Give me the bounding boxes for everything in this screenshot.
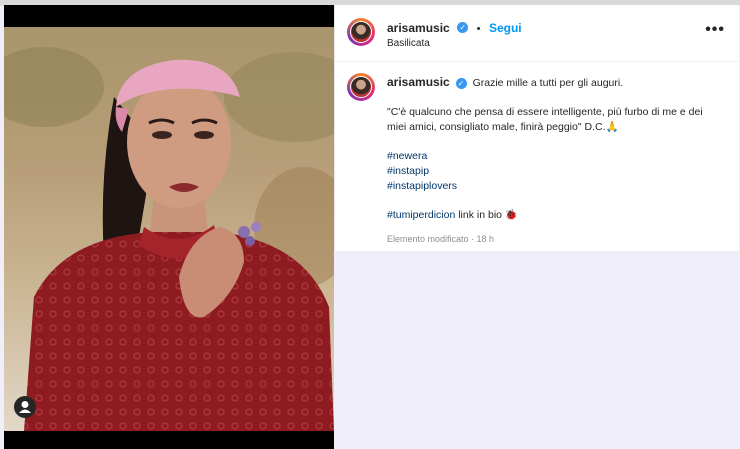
location-link[interactable]: Basilicata (387, 38, 430, 49)
more-options-icon[interactable]: ••• (705, 21, 725, 39)
post-image-panel (4, 5, 334, 449)
caption-username-link[interactable]: arisamusic (387, 75, 450, 89)
header-user-row: arisamusic ✓ • Segui (387, 19, 522, 37)
post-sidebar: arisamusic ✓ • Segui Basilicata ••• aris… (334, 5, 739, 251)
verified-badge-icon: ✓ (457, 22, 469, 34)
hashtag-link[interactable]: #newera (387, 149, 722, 164)
portrait-illustration (4, 47, 334, 431)
caption-quote: "C'è qualcuno che pensa di essere intell… (387, 106, 703, 133)
avatar[interactable] (347, 18, 375, 46)
hashtag-link[interactable]: #instapip (387, 164, 722, 179)
caption-link-text: link in bio 🐞 (455, 209, 518, 221)
hashtag-list: #newera #instapip #instapiplovers (387, 149, 722, 194)
tagged-user-icon[interactable] (14, 396, 36, 418)
caption-avatar[interactable] (347, 73, 375, 101)
caption: arisamusic ✓ Grazie mille a tutti per gl… (387, 75, 722, 247)
post-meta: Elemento modificato · 18 h (387, 234, 495, 244)
hashtag-link[interactable]: #tumiperdicion (387, 209, 455, 221)
separator-dot: • (476, 23, 481, 35)
caption-text: Grazie mille a tutti per gli auguri. (472, 77, 624, 89)
post-header: arisamusic ✓ • Segui Basilicata ••• (335, 5, 739, 62)
username-link[interactable]: arisamusic (387, 21, 450, 35)
follow-button[interactable]: Segui (489, 21, 522, 35)
hashtag-link[interactable]: #instapiplovers (387, 179, 722, 194)
verified-badge-icon: ✓ (455, 77, 467, 89)
post-photo[interactable] (4, 27, 334, 431)
